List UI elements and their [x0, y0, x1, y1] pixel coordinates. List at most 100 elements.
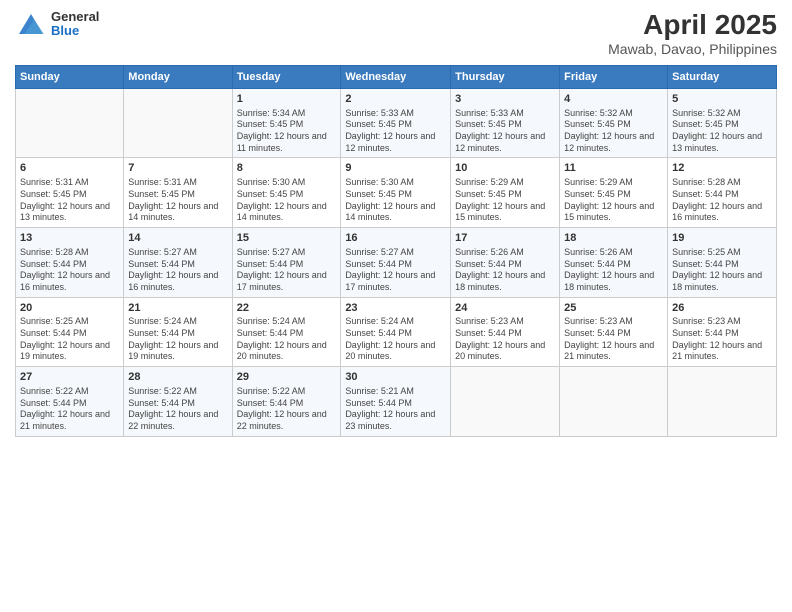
- calendar-cell: 27Sunrise: 5:22 AMSunset: 5:44 PMDayligh…: [16, 367, 124, 437]
- calendar-day-header: Tuesday: [232, 65, 341, 88]
- day-number: 2: [345, 92, 446, 107]
- day-number: 20: [20, 301, 119, 316]
- day-info: Sunrise: 5:26 AMSunset: 5:44 PMDaylight:…: [455, 247, 555, 294]
- day-info: Sunrise: 5:31 AMSunset: 5:45 PMDaylight:…: [20, 177, 119, 224]
- calendar-cell: [668, 367, 777, 437]
- calendar-cell: 28Sunrise: 5:22 AMSunset: 5:44 PMDayligh…: [124, 367, 232, 437]
- calendar-cell: [560, 367, 668, 437]
- day-number: 30: [345, 370, 446, 385]
- calendar-cell: 4Sunrise: 5:32 AMSunset: 5:45 PMDaylight…: [560, 88, 668, 158]
- day-info: Sunrise: 5:30 AMSunset: 5:45 PMDaylight:…: [237, 177, 337, 224]
- day-info: Sunrise: 5:31 AMSunset: 5:45 PMDaylight:…: [128, 177, 227, 224]
- calendar-cell: 26Sunrise: 5:23 AMSunset: 5:44 PMDayligh…: [668, 297, 777, 367]
- logo-icon: [15, 10, 47, 38]
- day-number: 12: [672, 161, 772, 176]
- day-info: Sunrise: 5:22 AMSunset: 5:44 PMDaylight:…: [128, 386, 227, 433]
- day-number: 13: [20, 231, 119, 246]
- calendar-day-header: Thursday: [451, 65, 560, 88]
- day-number: 27: [20, 370, 119, 385]
- calendar-cell: 11Sunrise: 5:29 AMSunset: 5:45 PMDayligh…: [560, 158, 668, 228]
- day-info: Sunrise: 5:22 AMSunset: 5:44 PMDaylight:…: [237, 386, 337, 433]
- day-info: Sunrise: 5:28 AMSunset: 5:44 PMDaylight:…: [20, 247, 119, 294]
- day-number: 11: [564, 161, 663, 176]
- day-info: Sunrise: 5:24 AMSunset: 5:44 PMDaylight:…: [345, 316, 446, 363]
- calendar-cell: 18Sunrise: 5:26 AMSunset: 5:44 PMDayligh…: [560, 227, 668, 297]
- calendar-week-row: 1Sunrise: 5:34 AMSunset: 5:45 PMDaylight…: [16, 88, 777, 158]
- calendar-cell: 23Sunrise: 5:24 AMSunset: 5:44 PMDayligh…: [341, 297, 451, 367]
- calendar-cell: [124, 88, 232, 158]
- day-number: 7: [128, 161, 227, 176]
- day-number: 4: [564, 92, 663, 107]
- day-number: 9: [345, 161, 446, 176]
- day-info: Sunrise: 5:25 AMSunset: 5:44 PMDaylight:…: [20, 316, 119, 363]
- day-number: 15: [237, 231, 337, 246]
- calendar-cell: 20Sunrise: 5:25 AMSunset: 5:44 PMDayligh…: [16, 297, 124, 367]
- day-info: Sunrise: 5:22 AMSunset: 5:44 PMDaylight:…: [20, 386, 119, 433]
- calendar-cell: 8Sunrise: 5:30 AMSunset: 5:45 PMDaylight…: [232, 158, 341, 228]
- calendar-cell: 10Sunrise: 5:29 AMSunset: 5:45 PMDayligh…: [451, 158, 560, 228]
- calendar-cell: [16, 88, 124, 158]
- calendar-week-row: 6Sunrise: 5:31 AMSunset: 5:45 PMDaylight…: [16, 158, 777, 228]
- day-info: Sunrise: 5:27 AMSunset: 5:44 PMDaylight:…: [237, 247, 337, 294]
- day-number: 6: [20, 161, 119, 176]
- calendar-day-header: Friday: [560, 65, 668, 88]
- day-number: 26: [672, 301, 772, 316]
- calendar-cell: 14Sunrise: 5:27 AMSunset: 5:44 PMDayligh…: [124, 227, 232, 297]
- calendar-cell: 9Sunrise: 5:30 AMSunset: 5:45 PMDaylight…: [341, 158, 451, 228]
- day-info: Sunrise: 5:33 AMSunset: 5:45 PMDaylight:…: [345, 108, 446, 155]
- calendar-cell: 6Sunrise: 5:31 AMSunset: 5:45 PMDaylight…: [16, 158, 124, 228]
- calendar-table: SundayMondayTuesdayWednesdayThursdayFrid…: [15, 65, 777, 437]
- calendar-day-header: Saturday: [668, 65, 777, 88]
- calendar-cell: 15Sunrise: 5:27 AMSunset: 5:44 PMDayligh…: [232, 227, 341, 297]
- day-info: Sunrise: 5:24 AMSunset: 5:44 PMDaylight:…: [237, 316, 337, 363]
- calendar-week-row: 20Sunrise: 5:25 AMSunset: 5:44 PMDayligh…: [16, 297, 777, 367]
- day-number: 25: [564, 301, 663, 316]
- calendar-cell: 21Sunrise: 5:24 AMSunset: 5:44 PMDayligh…: [124, 297, 232, 367]
- day-info: Sunrise: 5:25 AMSunset: 5:44 PMDaylight:…: [672, 247, 772, 294]
- day-number: 19: [672, 231, 772, 246]
- calendar-week-row: 27Sunrise: 5:22 AMSunset: 5:44 PMDayligh…: [16, 367, 777, 437]
- logo-blue-text: Blue: [51, 24, 99, 38]
- calendar-day-header: Wednesday: [341, 65, 451, 88]
- title-block: April 2025 Mawab, Davao, Philippines: [608, 10, 777, 57]
- day-info: Sunrise: 5:34 AMSunset: 5:45 PMDaylight:…: [237, 108, 337, 155]
- day-number: 18: [564, 231, 663, 246]
- header: General Blue April 2025 Mawab, Davao, Ph…: [15, 10, 777, 57]
- day-number: 17: [455, 231, 555, 246]
- calendar-cell: 24Sunrise: 5:23 AMSunset: 5:44 PMDayligh…: [451, 297, 560, 367]
- day-number: 16: [345, 231, 446, 246]
- calendar-day-header: Monday: [124, 65, 232, 88]
- day-number: 23: [345, 301, 446, 316]
- calendar-cell: 30Sunrise: 5:21 AMSunset: 5:44 PMDayligh…: [341, 367, 451, 437]
- day-number: 29: [237, 370, 337, 385]
- day-number: 28: [128, 370, 227, 385]
- calendar-cell: 1Sunrise: 5:34 AMSunset: 5:45 PMDaylight…: [232, 88, 341, 158]
- day-info: Sunrise: 5:33 AMSunset: 5:45 PMDaylight:…: [455, 108, 555, 155]
- calendar-cell: 12Sunrise: 5:28 AMSunset: 5:44 PMDayligh…: [668, 158, 777, 228]
- calendar-cell: [451, 367, 560, 437]
- day-info: Sunrise: 5:23 AMSunset: 5:44 PMDaylight:…: [564, 316, 663, 363]
- logo-general-text: General: [51, 10, 99, 24]
- day-number: 1: [237, 92, 337, 107]
- calendar-header-row: SundayMondayTuesdayWednesdayThursdayFrid…: [16, 65, 777, 88]
- calendar-cell: 3Sunrise: 5:33 AMSunset: 5:45 PMDaylight…: [451, 88, 560, 158]
- calendar-cell: 25Sunrise: 5:23 AMSunset: 5:44 PMDayligh…: [560, 297, 668, 367]
- calendar-cell: 19Sunrise: 5:25 AMSunset: 5:44 PMDayligh…: [668, 227, 777, 297]
- day-number: 24: [455, 301, 555, 316]
- calendar-cell: 2Sunrise: 5:33 AMSunset: 5:45 PMDaylight…: [341, 88, 451, 158]
- page-title: April 2025: [608, 10, 777, 41]
- day-number: 22: [237, 301, 337, 316]
- day-number: 14: [128, 231, 227, 246]
- calendar-cell: 17Sunrise: 5:26 AMSunset: 5:44 PMDayligh…: [451, 227, 560, 297]
- day-info: Sunrise: 5:23 AMSunset: 5:44 PMDaylight:…: [455, 316, 555, 363]
- day-number: 3: [455, 92, 555, 107]
- day-info: Sunrise: 5:26 AMSunset: 5:44 PMDaylight:…: [564, 247, 663, 294]
- calendar-cell: 16Sunrise: 5:27 AMSunset: 5:44 PMDayligh…: [341, 227, 451, 297]
- logo-text: General Blue: [51, 10, 99, 39]
- day-info: Sunrise: 5:32 AMSunset: 5:45 PMDaylight:…: [564, 108, 663, 155]
- day-info: Sunrise: 5:24 AMSunset: 5:44 PMDaylight:…: [128, 316, 227, 363]
- day-info: Sunrise: 5:29 AMSunset: 5:45 PMDaylight:…: [564, 177, 663, 224]
- day-info: Sunrise: 5:29 AMSunset: 5:45 PMDaylight:…: [455, 177, 555, 224]
- day-number: 21: [128, 301, 227, 316]
- day-number: 5: [672, 92, 772, 107]
